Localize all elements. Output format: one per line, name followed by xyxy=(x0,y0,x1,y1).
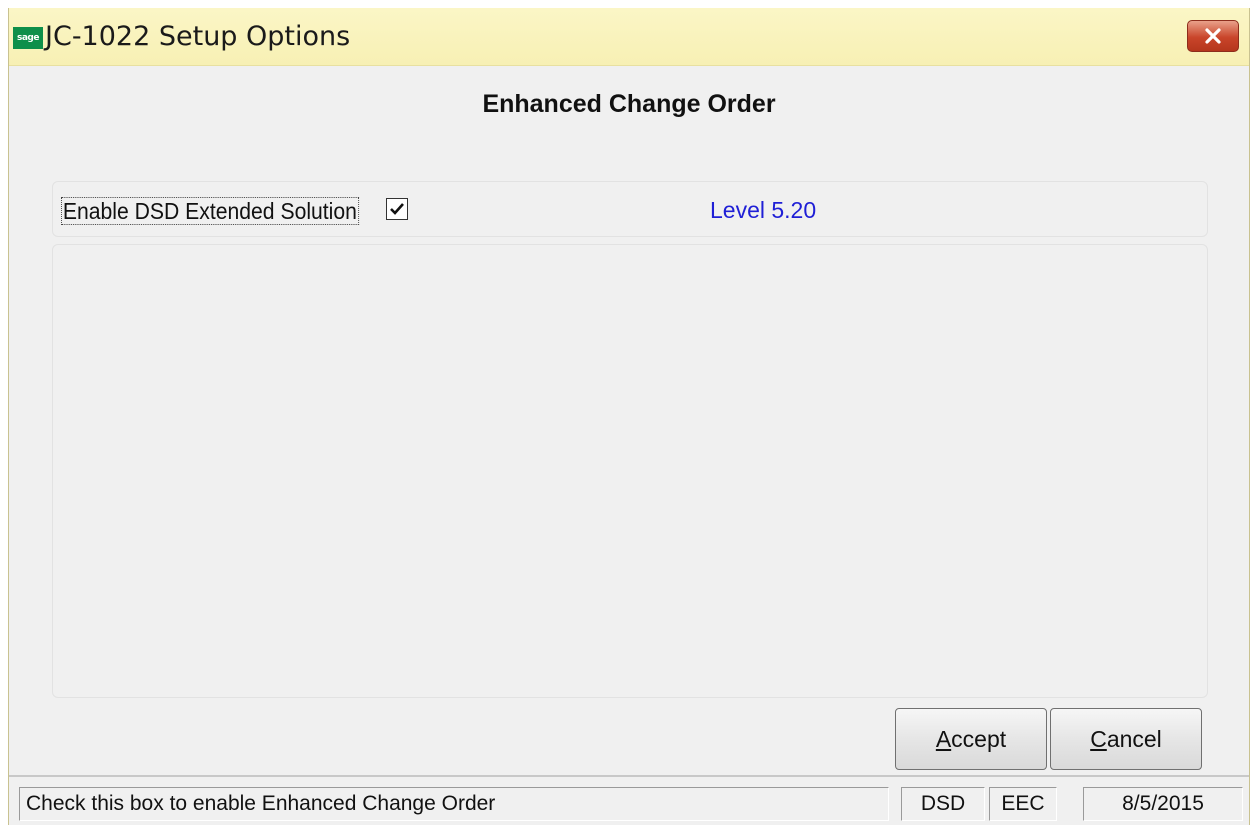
checkmark-icon xyxy=(390,203,404,215)
options-content-panel xyxy=(52,244,1208,698)
setup-options-window: sage JC-1022 Setup Options Enhanced Chan… xyxy=(8,8,1250,825)
page-heading: Enhanced Change Order xyxy=(482,90,776,118)
enable-dsd-label[interactable]: Enable DSD Extended Solution xyxy=(61,197,359,225)
status-message: Check this box to enable Enhanced Change… xyxy=(19,787,889,821)
accept-label: ccept xyxy=(951,725,1007,752)
cancel-hotkey: C xyxy=(1090,725,1107,752)
close-button[interactable] xyxy=(1187,20,1239,52)
status-module: DSD xyxy=(901,787,985,821)
title-bar[interactable]: sage JC-1022 Setup Options xyxy=(9,8,1249,66)
window-title: JC-1022 Setup Options xyxy=(45,21,351,52)
cancel-button[interactable]: Cancel xyxy=(1050,708,1202,770)
sage-logo-icon: sage xyxy=(13,27,43,49)
status-bar: Check this box to enable Enhanced Change… xyxy=(9,775,1249,825)
level-text: Level 5.20 xyxy=(710,197,817,223)
accept-hotkey: A xyxy=(935,725,952,752)
status-product: EEC xyxy=(989,787,1057,821)
status-date: 8/5/2015 xyxy=(1083,787,1243,821)
options-panel: Enable DSD Extended Solution Level 5.20 xyxy=(52,181,1208,237)
close-icon xyxy=(1205,28,1221,44)
enable-dsd-checkbox[interactable] xyxy=(386,198,408,220)
accept-button[interactable]: Accept xyxy=(895,708,1047,770)
cancel-label: ancel xyxy=(1106,725,1162,752)
